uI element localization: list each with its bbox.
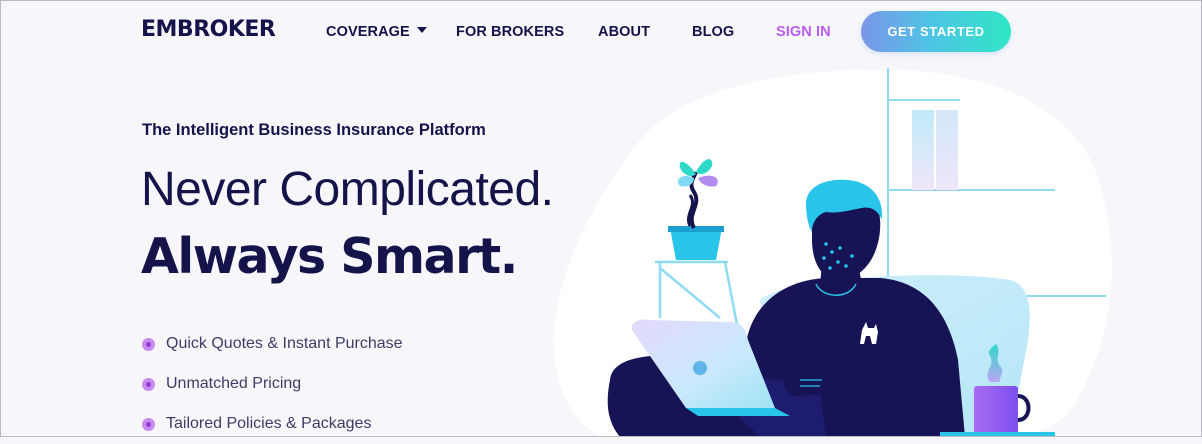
feature-item: Tailored Policies & Packages <box>142 404 403 444</box>
nav-for-brokers[interactable]: FOR BROKERS <box>456 24 564 40</box>
get-started-button[interactable]: GET STARTED <box>861 11 1011 52</box>
book <box>912 110 934 190</box>
book <box>936 110 958 190</box>
feature-label: Quick Quotes & Instant Purchase <box>166 335 403 352</box>
feature-item: Unmatched Pricing <box>142 364 403 404</box>
nav-coverage[interactable]: COVERAGE <box>326 24 427 40</box>
nav-blog[interactable]: BLOG <box>692 24 734 40</box>
nav-about[interactable]: ABOUT <box>598 24 650 40</box>
feature-label: Tailored Policies & Packages <box>166 415 372 432</box>
sign-in-link[interactable]: SIGN IN <box>776 24 831 40</box>
caret-down-icon <box>416 27 427 33</box>
top-navigation: EMBROKER COVERAGE FOR BROKERS ABOUT BLOG… <box>0 0 1202 64</box>
purple-dot-icon <box>142 377 155 391</box>
nav-coverage-label: COVERAGE <box>326 24 410 40</box>
plant-pot <box>670 228 722 260</box>
feature-list: Quick Quotes & Instant Purchase Unmatche… <box>142 324 403 444</box>
hero-headline-line1: Never Complicated. <box>141 163 554 216</box>
purple-dot-icon <box>142 337 155 351</box>
coffee-mug <box>974 386 1018 434</box>
hero-illustration <box>553 68 1112 437</box>
feature-item: Quick Quotes & Instant Purchase <box>142 324 403 364</box>
embroker-logo[interactable]: EMBROKER <box>141 17 276 42</box>
hero-eyebrow: The Intelligent Business Insurance Platf… <box>142 121 486 139</box>
hero-headline-line2: Always Smart. <box>141 228 518 285</box>
feature-label: Unmatched Pricing <box>166 375 302 392</box>
side-table <box>940 432 1055 437</box>
person-hand <box>784 368 835 396</box>
purple-dot-icon <box>142 417 155 431</box>
